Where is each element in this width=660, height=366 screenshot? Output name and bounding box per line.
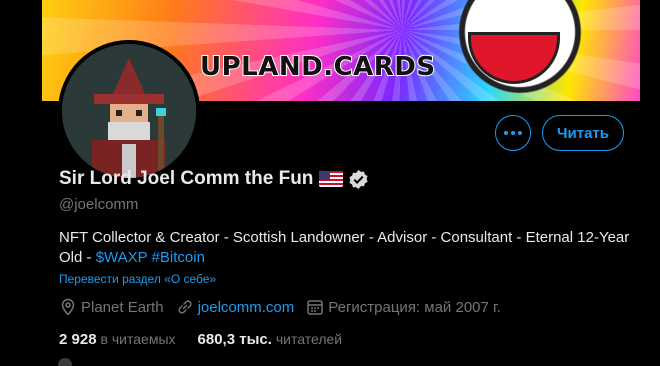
- more-dots-icon: [518, 131, 522, 135]
- wizard-avatar-icon: [62, 44, 196, 178]
- website-item[interactable]: joelcomm.com: [176, 298, 295, 316]
- joined-text: Регистрация: май 2007 г.: [328, 298, 501, 316]
- more-options-button[interactable]: [495, 115, 531, 151]
- profile-handle: @joelcomm: [59, 196, 139, 213]
- following-count: 2 928: [59, 331, 97, 348]
- calendar-icon: [307, 300, 323, 315]
- profile-meta: Planet Earth joelcomm.com Регистрация: м…: [59, 298, 513, 316]
- banner-text: UPLAND.CARDS: [199, 51, 436, 83]
- more-dots-icon: [511, 131, 515, 135]
- followers-stat[interactable]: 680,3 тыс. читателей: [198, 331, 343, 348]
- follow-button[interactable]: Читать: [542, 115, 624, 151]
- profile-name-row: Sir Lord Joel Comm the Fun: [59, 168, 369, 190]
- link-icon: [178, 300, 192, 314]
- profile-name: Sir Lord Joel Comm the Fun: [59, 168, 314, 189]
- location-pin-icon: [61, 298, 75, 316]
- joined-item: Регистрация: май 2007 г.: [306, 298, 501, 316]
- bio-tag-waxp[interactable]: $WAXP: [96, 249, 148, 266]
- more-dots-icon: [504, 131, 508, 135]
- website-link[interactable]: joelcomm.com: [198, 299, 295, 316]
- location-item: Planet Earth: [59, 298, 164, 316]
- profile-bio: NFT Collector & Creator - Scottish Lando…: [59, 228, 639, 268]
- location-text: Planet Earth: [81, 298, 164, 316]
- followers-label: читателей: [275, 331, 343, 347]
- us-flag-icon: [319, 171, 344, 187]
- avatar[interactable]: [58, 40, 200, 182]
- profile-counts: 2 928 в читаемых 680,3 тыс. читателей: [59, 331, 364, 348]
- follower-avatar-icon: [58, 358, 72, 366]
- followed-by-preview: [58, 358, 358, 366]
- followers-count: 680,3 тыс.: [197, 331, 272, 348]
- following-stat[interactable]: 2 928 в читаемых: [59, 331, 176, 348]
- bio-tag-bitcoin[interactable]: #Bitcoin: [152, 249, 205, 266]
- verified-badge-icon[interactable]: [348, 169, 369, 190]
- following-label: в читаемых: [100, 331, 176, 347]
- translate-bio-link[interactable]: Перевести раздел «О себе»: [59, 272, 216, 286]
